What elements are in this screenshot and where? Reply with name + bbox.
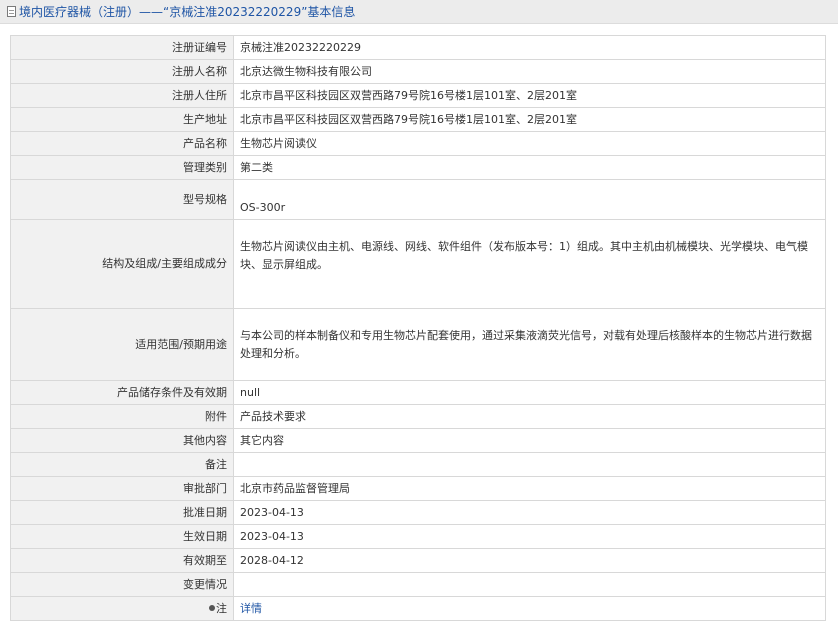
label-registrant: 注册人名称 bbox=[10, 59, 234, 84]
label-product: 产品名称 bbox=[10, 131, 234, 156]
table-row: 变更情况 bbox=[10, 572, 826, 597]
table-row: 备注 bbox=[10, 452, 826, 477]
table-row: 其他内容 其它内容 bbox=[10, 428, 826, 453]
table-row: 注册证编号 京械注准20232220229 bbox=[10, 35, 826, 60]
value-changes bbox=[233, 572, 826, 597]
label-approve-date: 批准日期 bbox=[10, 500, 234, 525]
value-reg-no: 京械注准20232220229 bbox=[233, 35, 826, 60]
label-reg-no: 注册证编号 bbox=[10, 35, 234, 60]
page-title: 境内医疗器械（注册）——“京械注准20232220229”基本信息 bbox=[19, 5, 356, 19]
table-row: 注 详情 bbox=[10, 596, 826, 621]
table-row: 批准日期 2023-04-13 bbox=[10, 500, 826, 525]
table-row: 生效日期 2023-04-13 bbox=[10, 524, 826, 549]
value-valid-until: 2028-04-12 bbox=[233, 548, 826, 573]
value-category: 第二类 bbox=[233, 155, 826, 180]
label-note-text: 注 bbox=[216, 601, 227, 615]
detail-table: 注册证编号 京械注准20232220229 注册人名称 北京达微生物科技有限公司… bbox=[10, 35, 826, 621]
table-row: 适用范围/预期用途 与本公司的样本制备仪和专用生物芯片配套使用，通过采集液滴荧光… bbox=[10, 308, 826, 381]
value-effective-date: 2023-04-13 bbox=[233, 524, 826, 549]
table-row: 审批部门 北京市药品监督管理局 bbox=[10, 476, 826, 501]
table-row: 结构及组成/主要组成成分 生物芯片阅读仪由主机、电源线、网线、软件组件（发布版本… bbox=[10, 219, 826, 309]
label-valid-until: 有效期至 bbox=[10, 548, 234, 573]
value-attachment: 产品技术要求 bbox=[233, 404, 826, 429]
table-row: 附件 产品技术要求 bbox=[10, 404, 826, 429]
pin-icon bbox=[209, 604, 215, 611]
label-category: 管理类别 bbox=[10, 155, 234, 180]
value-other: 其它内容 bbox=[233, 428, 826, 453]
document-icon bbox=[7, 6, 16, 17]
value-address: 北京市昌平区科技园区双营西路79号院16号楼1层101室、2层201室 bbox=[233, 83, 826, 108]
table-row: 生产地址 北京市昌平区科技园区双营西路79号院16号楼1层101室、2层201室 bbox=[10, 107, 826, 132]
value-remark bbox=[233, 452, 826, 477]
label-production: 生产地址 bbox=[10, 107, 234, 132]
value-storage: null bbox=[233, 380, 826, 405]
label-changes: 变更情况 bbox=[10, 572, 234, 597]
page-title-bar: 境内医疗器械（注册）——“京械注准20232220229”基本信息 bbox=[0, 0, 838, 24]
value-structure: 生物芯片阅读仪由主机、电源线、网线、软件组件（发布版本号：1）组成。其中主机由机… bbox=[233, 219, 826, 309]
value-production: 北京市昌平区科技园区双营西路79号院16号楼1层101室、2层201室 bbox=[233, 107, 826, 132]
label-model: 型号规格 bbox=[10, 179, 234, 220]
label-effective-date: 生效日期 bbox=[10, 524, 234, 549]
label-other: 其他内容 bbox=[10, 428, 234, 453]
table-row: 管理类别 第二类 bbox=[10, 155, 826, 180]
label-remark: 备注 bbox=[10, 452, 234, 477]
label-address: 注册人住所 bbox=[10, 83, 234, 108]
value-note: 详情 bbox=[233, 596, 826, 621]
table-row: 产品储存条件及有效期 null bbox=[10, 380, 826, 405]
label-structure: 结构及组成/主要组成成分 bbox=[10, 219, 234, 309]
value-model: OS-300r bbox=[233, 179, 826, 220]
table-row: 注册人住所 北京市昌平区科技园区双营西路79号院16号楼1层101室、2层201… bbox=[10, 83, 826, 108]
label-usage: 适用范围/预期用途 bbox=[10, 308, 234, 381]
value-product: 生物芯片阅读仪 bbox=[233, 131, 826, 156]
label-storage: 产品储存条件及有效期 bbox=[10, 380, 234, 405]
table-row: 有效期至 2028-04-12 bbox=[10, 548, 826, 573]
value-approver: 北京市药品监督管理局 bbox=[233, 476, 826, 501]
details-link[interactable]: 详情 bbox=[240, 602, 262, 615]
value-usage: 与本公司的样本制备仪和专用生物芯片配套使用，通过采集液滴荧光信号，对载有处理后核… bbox=[233, 308, 826, 381]
table-row: 型号规格 OS-300r bbox=[10, 179, 826, 220]
label-attachment: 附件 bbox=[10, 404, 234, 429]
value-approve-date: 2023-04-13 bbox=[233, 500, 826, 525]
table-row: 注册人名称 北京达微生物科技有限公司 bbox=[10, 59, 826, 84]
label-approver: 审批部门 bbox=[10, 476, 234, 501]
value-registrant: 北京达微生物科技有限公司 bbox=[233, 59, 826, 84]
table-row: 产品名称 生物芯片阅读仪 bbox=[10, 131, 826, 156]
label-note: 注 bbox=[10, 596, 234, 621]
